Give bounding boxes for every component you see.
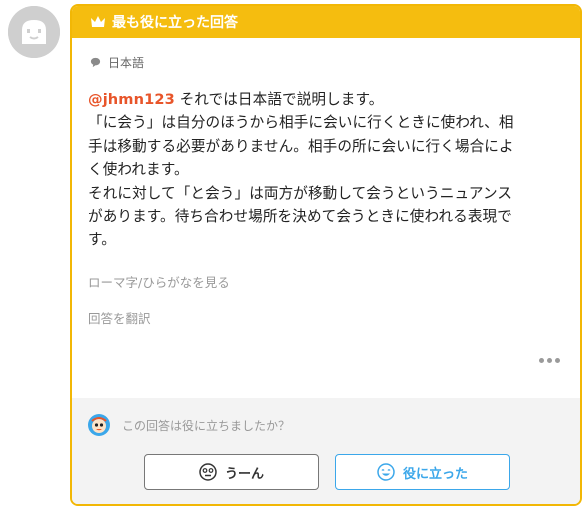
best-answer-header: 最も役に立った回答 — [72, 6, 580, 38]
show-romaji-link[interactable]: ローマ字/ひらがなを見る — [88, 272, 230, 291]
answer-language: 日本語 — [90, 54, 144, 71]
smile-face-icon — [377, 463, 395, 481]
feedback-footer: この回答は役に立ちましたか？ うーん 役に立った — [72, 398, 580, 504]
speech-bubble-icon — [90, 57, 101, 68]
best-answer-card: 最も役に立った回答 日本語 @jhmn123 それでは日本語で説明します。 「に… — [70, 4, 582, 506]
answer-text-line: く使われます。 — [88, 161, 189, 179]
answer-text-line: 手は移動する必要がありません。相手の所に会いに行く場合によ — [88, 137, 514, 155]
user-avatar[interactable] — [8, 6, 60, 58]
answer-line-1: @jhmn123 それでは日本語で説明します。 — [88, 88, 563, 111]
language-label: 日本語 — [108, 56, 145, 70]
helpful-question: この回答は役に立ちましたか？ — [88, 414, 290, 436]
meh-face-icon — [199, 463, 217, 481]
answer-text-line: それでは日本語で説明します。 — [174, 91, 384, 108]
answer-text-line: があります。待ち合わせ場所を決めて会うときに使われる表現で — [88, 208, 512, 226]
crown-icon — [91, 16, 105, 27]
helpful-question-text: この回答は役に立ちましたか？ — [122, 418, 291, 433]
translate-answer-link[interactable]: 回答を翻訳 — [88, 308, 151, 327]
mascot-icon — [88, 414, 110, 436]
meh-button[interactable]: うーん — [144, 454, 319, 490]
meh-button-label: うーん — [224, 466, 264, 482]
mention-link[interactable]: @jhmn123 — [88, 91, 175, 108]
avatar-face-icon — [8, 6, 60, 58]
more-options-icon[interactable] — [539, 358, 560, 363]
answer-text-line: す。 — [88, 231, 116, 249]
helpful-button[interactable]: 役に立った — [335, 454, 510, 490]
answer-text-line: 「に会う」は自分のほうから相手に会いに行くときに使われ、相 — [88, 114, 514, 132]
answer-body: @jhmn123 それでは日本語で説明します。 「に会う」は自分のほうから相手に… — [88, 88, 563, 252]
helpful-button-label: 役に立った — [402, 466, 468, 482]
answer-text-line: それに対して「と会う」は両方が移動して会うというニュアンス — [88, 184, 513, 202]
best-answer-title: 最も役に立った回答 — [112, 15, 238, 31]
